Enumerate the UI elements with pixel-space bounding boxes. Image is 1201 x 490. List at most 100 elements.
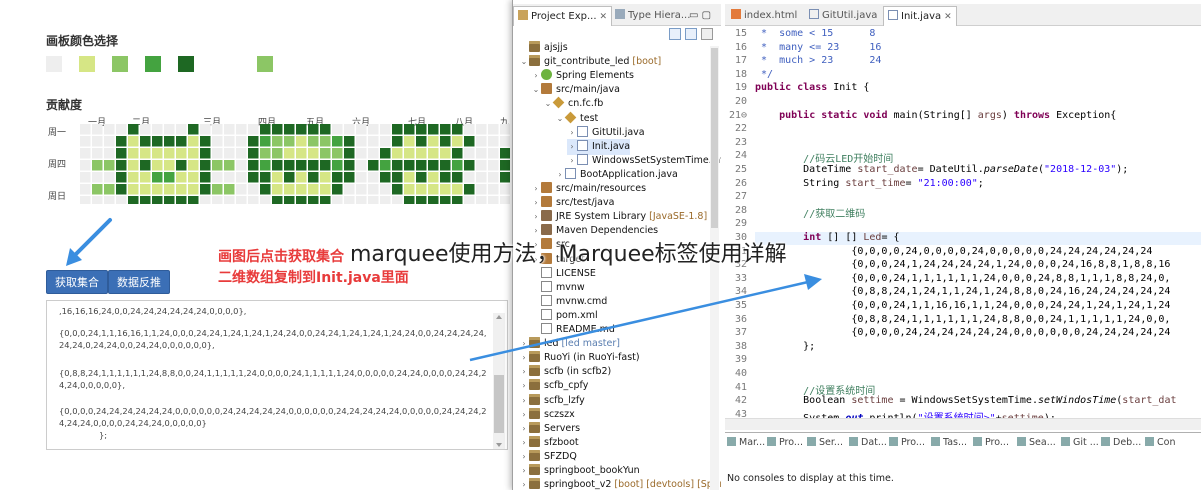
grid-cell[interactable] bbox=[200, 196, 211, 204]
grid-cell[interactable] bbox=[500, 148, 510, 159]
grid-cell[interactable] bbox=[332, 148, 343, 159]
grid-cell[interactable] bbox=[164, 136, 175, 147]
grid-cell[interactable] bbox=[320, 160, 331, 171]
grid-cell[interactable] bbox=[92, 196, 103, 204]
grid-cell[interactable] bbox=[476, 172, 487, 183]
grid-cell[interactable] bbox=[296, 172, 307, 183]
grid-cell[interactable] bbox=[452, 172, 463, 183]
color-swatch[interactable] bbox=[79, 56, 95, 72]
grid-cell[interactable] bbox=[92, 184, 103, 195]
contribution-grid[interactable] bbox=[80, 124, 510, 204]
grid-cell[interactable] bbox=[356, 148, 367, 159]
grid-cell[interactable] bbox=[440, 196, 451, 204]
grid-cell[interactable] bbox=[284, 196, 295, 204]
tab-init-java[interactable]: Init.java ✕ bbox=[883, 6, 957, 26]
grid-cell[interactable] bbox=[200, 148, 211, 159]
grid-cell[interactable] bbox=[164, 184, 175, 195]
grid-cell[interactable] bbox=[392, 124, 403, 135]
code-area[interactable]: 15 16 17 18 19 20 21⊖ 22 23 24 25 26 27 28 29 30 31 32 33 3… bbox=[725, 26, 1201, 418]
grid-cell[interactable] bbox=[224, 136, 235, 147]
grid-cell[interactable] bbox=[428, 136, 439, 147]
grid-cell[interactable] bbox=[176, 172, 187, 183]
grid-cell[interactable] bbox=[476, 160, 487, 171]
grid-cell[interactable] bbox=[476, 124, 487, 135]
grid-cell[interactable] bbox=[128, 160, 139, 171]
grid-cell[interactable] bbox=[260, 196, 271, 204]
grid-cell[interactable] bbox=[404, 136, 415, 147]
grid-cell[interactable] bbox=[248, 136, 259, 147]
grid-cell[interactable] bbox=[464, 160, 475, 171]
grid-cell[interactable] bbox=[320, 172, 331, 183]
grid-cell[interactable] bbox=[80, 196, 91, 204]
grid-cell[interactable] bbox=[392, 196, 403, 204]
view-menu-icon[interactable] bbox=[701, 28, 713, 40]
grid-cell[interactable] bbox=[392, 160, 403, 171]
grid-cell[interactable] bbox=[176, 160, 187, 171]
grid-cell[interactable] bbox=[428, 184, 439, 195]
grid-cell[interactable] bbox=[356, 136, 367, 147]
grid-cell[interactable] bbox=[92, 148, 103, 159]
grid-cell[interactable] bbox=[152, 148, 163, 159]
grid-cell[interactable] bbox=[368, 136, 379, 147]
grid-cell[interactable] bbox=[200, 172, 211, 183]
grid-cell[interactable] bbox=[272, 124, 283, 135]
grid-cell[interactable] bbox=[188, 148, 199, 159]
console-tab[interactable]: Pro... bbox=[973, 437, 1009, 448]
grid-cell[interactable] bbox=[152, 184, 163, 195]
tab-project-explorer[interactable]: Project Exp... ✕ bbox=[513, 6, 613, 26]
grid-cell[interactable] bbox=[464, 148, 475, 159]
grid-cell[interactable] bbox=[284, 172, 295, 183]
grid-cell[interactable] bbox=[116, 196, 127, 204]
grid-cell[interactable] bbox=[140, 184, 151, 195]
grid-cell[interactable] bbox=[272, 160, 283, 171]
tree-item[interactable]: › springboot_v2 [boot] [devtools] [Spring… bbox=[519, 477, 721, 490]
grid-cell[interactable] bbox=[356, 184, 367, 195]
grid-cell[interactable] bbox=[368, 196, 379, 204]
grid-cell[interactable] bbox=[416, 136, 427, 147]
textarea-scrollbar[interactable] bbox=[493, 313, 505, 449]
grid-cell[interactable] bbox=[212, 160, 223, 171]
grid-cell[interactable] bbox=[476, 136, 487, 147]
grid-cell[interactable] bbox=[236, 136, 247, 147]
grid-cell[interactable] bbox=[380, 172, 391, 183]
grid-cell[interactable] bbox=[308, 136, 319, 147]
grid-cell[interactable] bbox=[248, 160, 259, 171]
tab-gitutil-java[interactable]: GitUtil.java bbox=[805, 6, 881, 26]
grid-cell[interactable] bbox=[104, 184, 115, 195]
link-editor-icon[interactable] bbox=[685, 28, 697, 40]
grid-cell[interactable] bbox=[260, 172, 271, 183]
grid-cell[interactable] bbox=[476, 196, 487, 204]
grid-cell[interactable] bbox=[476, 184, 487, 195]
grid-cell[interactable] bbox=[272, 148, 283, 159]
console-tab[interactable]: Sea... bbox=[1017, 437, 1056, 448]
editor-horizontal-scrollbar[interactable] bbox=[725, 418, 1201, 430]
grid-cell[interactable] bbox=[344, 136, 355, 147]
color-swatch[interactable] bbox=[46, 56, 62, 72]
grid-cell[interactable] bbox=[452, 148, 463, 159]
grid-cell[interactable] bbox=[188, 172, 199, 183]
grid-cell[interactable] bbox=[356, 196, 367, 204]
grid-cell[interactable] bbox=[296, 184, 307, 195]
grid-cell[interactable] bbox=[188, 124, 199, 135]
grid-cell[interactable] bbox=[248, 172, 259, 183]
grid-cell[interactable] bbox=[356, 124, 367, 135]
grid-cell[interactable] bbox=[188, 196, 199, 204]
grid-cell[interactable] bbox=[332, 124, 343, 135]
grid-cell[interactable] bbox=[224, 196, 235, 204]
grid-cell[interactable] bbox=[188, 136, 199, 147]
grid-cell[interactable] bbox=[320, 148, 331, 159]
grid-cell[interactable] bbox=[308, 124, 319, 135]
grid-cell[interactable] bbox=[332, 184, 343, 195]
console-tab[interactable]: Mar... bbox=[727, 437, 765, 448]
grid-cell[interactable] bbox=[416, 184, 427, 195]
grid-cell[interactable] bbox=[464, 184, 475, 195]
grid-cell[interactable] bbox=[236, 160, 247, 171]
color-swatch[interactable] bbox=[257, 56, 273, 72]
grid-cell[interactable] bbox=[344, 196, 355, 204]
grid-cell[interactable] bbox=[332, 136, 343, 147]
grid-cell[interactable] bbox=[224, 172, 235, 183]
grid-cell[interactable] bbox=[116, 148, 127, 159]
grid-cell[interactable] bbox=[260, 184, 271, 195]
scroll-down-icon[interactable] bbox=[496, 443, 502, 447]
grid-cell[interactable] bbox=[404, 196, 415, 204]
